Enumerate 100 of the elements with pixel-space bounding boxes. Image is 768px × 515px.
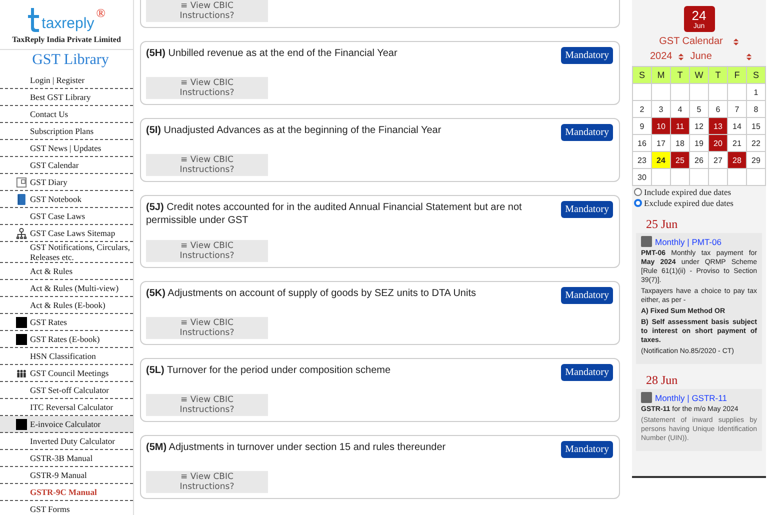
sidebar-link[interactable]: GST News | Updates [0, 140, 133, 157]
mandatory-badge: Mandatory [561, 364, 613, 381]
calendar-day[interactable]: 28 [728, 152, 746, 168]
question-title: (5J) Credit notes accounted for in the audited Annual Financial Statement but are not permissible under GST [146, 201, 523, 227]
sidebar-link[interactable]: GST Notifications, Circulars, Releases etc. [0, 242, 133, 263]
sidebar-link[interactable]: Inverted Duty Calculator [0, 433, 133, 450]
calendar-day[interactable]: 1 [747, 84, 765, 100]
radio-button[interactable] [634, 188, 642, 196]
calendar-day[interactable]: 12 [690, 118, 708, 134]
calendar-day[interactable]: 29 [747, 152, 765, 168]
checkbox[interactable] [641, 392, 652, 403]
calendar-day[interactable]: 7 [728, 101, 746, 117]
mandatory-badge: Mandatory [561, 201, 613, 218]
spinner-arrows-icon [732, 38, 739, 46]
calendar-day[interactable]: 9 [633, 118, 651, 134]
event-link[interactable]: Monthly | GSTR-11 [655, 392, 727, 402]
calendar-day[interactable]: 15 [747, 118, 765, 134]
sidebar-link[interactable]: GSTR-9 Manual [0, 467, 133, 484]
calendar-day[interactable]: 5 [690, 101, 708, 117]
calendar-day[interactable]: 4 [671, 101, 689, 117]
view-instructions-button[interactable]: ≡ View CBIC Instructions? [146, 0, 268, 22]
sidebar-link[interactable]: GSTR-9C Manual [0, 484, 133, 501]
calendar-day[interactable]: 3 [652, 101, 670, 117]
calendar-day[interactable]: 24 [652, 152, 670, 168]
event-link[interactable]: Monthly | PMT-06 [655, 236, 722, 246]
sidebar-link[interactable]: GST Notebook [0, 191, 133, 208]
sidebar-link[interactable]: GST Rates [0, 314, 133, 331]
weekday-header: F [728, 67, 746, 83]
registered-mark: ® [96, 6, 106, 21]
sidebar-link[interactable]: GST Set-off Calculator [0, 382, 133, 399]
sidebar-link[interactable]: E-invoice Calculator [0, 416, 133, 433]
sidebar-link[interactable]: Best GST Library [0, 89, 133, 106]
weekday-header: W [690, 67, 708, 83]
calendar-day[interactable]: 22 [747, 135, 765, 151]
square-icon [16, 316, 27, 328]
calendar-day[interactable]: 14 [728, 118, 746, 134]
calendar-day[interactable]: 26 [690, 152, 708, 168]
sidebar-link[interactable]: GST Calendar [0, 157, 133, 174]
calendar-day[interactable]: 11 [671, 118, 689, 134]
notebook-icon [16, 194, 27, 204]
month-select[interactable]: June [690, 51, 712, 62]
calendar-day[interactable]: 17 [652, 135, 670, 151]
calendar-day[interactable]: 8 [747, 101, 765, 117]
calendar-day[interactable]: 20 [709, 135, 727, 151]
sidebar-link[interactable]: Contact Us [0, 106, 133, 123]
sidebar-link[interactable]: GST Diary [0, 174, 133, 191]
view-instructions-button[interactable]: ≡ View CBIC Instructions? [146, 77, 268, 99]
view-instructions-button[interactable]: ≡ View CBIC Instructions? [146, 154, 268, 176]
people-icon [16, 368, 27, 378]
sidebar-link[interactable]: Act & Rules (E-book) [0, 297, 133, 314]
sidebar-link[interactable]: Login | Register [0, 72, 133, 89]
calendar-day[interactable]: 6 [709, 101, 727, 117]
calendar-day[interactable]: 18 [671, 135, 689, 151]
diary-icon [16, 176, 27, 188]
year-select[interactable]: 2024 [650, 51, 672, 62]
question-title: (5M) Adjustments in turnover under section 15 and rules thereunder [146, 441, 446, 454]
calendar-day[interactable]: 27 [709, 152, 727, 168]
question-title: (5L) Turnover for the period under composition scheme [146, 364, 391, 377]
sidebar-link[interactable]: GST Council Meetings [0, 365, 133, 382]
radio-button[interactable] [634, 199, 642, 207]
sidebar-link[interactable]: GST Rates (E-book) [0, 331, 133, 348]
filter-label: Include expired due dates [644, 187, 732, 197]
view-instructions-button[interactable]: ≡ View CBIC Instructions? [146, 240, 268, 262]
view-instructions-button[interactable]: ≡ View CBIC Instructions? [146, 471, 268, 493]
calendar-day[interactable]: 21 [728, 135, 746, 151]
calendar-day[interactable]: 23 [633, 152, 651, 168]
weekday-header: T [671, 67, 689, 83]
square-icon [16, 418, 27, 430]
calendar-day[interactable]: 2 [633, 101, 651, 117]
mandatory-badge: Mandatory [561, 124, 613, 141]
sidebar-link[interactable]: Act & Rules [0, 263, 133, 280]
checkbox[interactable] [641, 236, 652, 247]
sidebar-heading: GST Library [31, 52, 110, 69]
calendar-day[interactable]: 13 [709, 118, 727, 134]
weekday-header: M [652, 67, 670, 83]
weekday-header: T [709, 67, 727, 83]
calendar-day[interactable]: 19 [690, 135, 708, 151]
question-title: (5H) Unbilled revenue as at the end of the Financial Year [146, 47, 398, 60]
sidebar-link[interactable]: GST Case Laws [0, 208, 133, 225]
question-title: (5I) Unadjusted Advances as at the beginning of the Financial Year [146, 124, 442, 137]
calendar-select[interactable]: GST Calendar [659, 36, 723, 47]
sidebar-link[interactable]: Subscription Plans [0, 123, 133, 140]
spinner-arrows-icon [746, 52, 752, 60]
view-instructions-button[interactable]: ≡ View CBIC Instructions? [146, 317, 268, 339]
company-name: TaxReply India Private Limited [0, 35, 133, 50]
calendar-day[interactable]: 30 [633, 169, 651, 185]
calendar-day[interactable]: 10 [652, 118, 670, 134]
sidebar-link[interactable]: HSN Classification [0, 348, 133, 365]
mandatory-badge: Mandatory [561, 441, 613, 458]
view-instructions-button[interactable]: ≡ View CBIC Instructions? [146, 394, 268, 416]
calendar-day[interactable]: 16 [633, 135, 651, 151]
sidebar-link[interactable]: Act & Rules (Multi-view) [0, 280, 133, 297]
sidebar-link[interactable]: GSTR-3B Manual [0, 450, 133, 467]
square-icon [16, 334, 27, 344]
brand-name: taxreply [42, 16, 94, 32]
sidebar-link[interactable]: GST Forms [0, 501, 133, 515]
weekday-header: S [747, 67, 765, 83]
sidebar-link[interactable]: GST Case Laws Sitemap [0, 225, 133, 242]
calendar-day[interactable]: 25 [671, 152, 689, 168]
event-date: 25 Jun [646, 217, 679, 232]
